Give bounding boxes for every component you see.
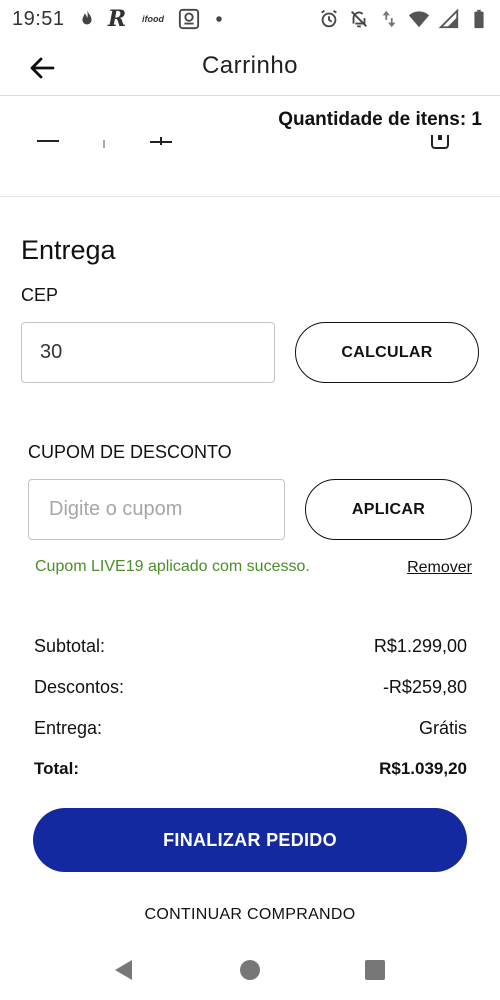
alarm-icon xyxy=(318,8,340,30)
coupon-input[interactable] xyxy=(28,479,285,540)
remove-coupon-link[interactable]: Remover xyxy=(407,559,472,577)
system-icons xyxy=(318,7,490,31)
flame-icon xyxy=(76,8,98,30)
decrease-quantity-button[interactable] xyxy=(37,140,59,142)
battery-icon xyxy=(468,8,490,30)
increase-quantity-button[interactable] xyxy=(150,137,172,151)
trash-icon xyxy=(431,135,449,149)
order-summary: Subtotal: R$1.299,00 Descontos: -R$259,8… xyxy=(34,636,467,800)
discounts-value: -R$259,80 xyxy=(382,677,467,697)
app-box-icon xyxy=(178,8,200,30)
items-count: Quantidade de itens: 1 xyxy=(278,109,482,130)
delivery-section-title: Entrega xyxy=(21,235,116,265)
r-app-icon: R xyxy=(107,6,127,32)
coupon-label: CUPOM DE DESCONTO xyxy=(28,442,232,462)
quantity-field[interactable] xyxy=(103,140,105,148)
nav-home-icon xyxy=(240,960,260,980)
cep-label: CEP xyxy=(21,285,59,305)
delivery-value: Grátis xyxy=(418,718,467,738)
dot-icon xyxy=(208,8,230,30)
wifi-icon xyxy=(408,8,430,30)
app-bar: Carrinho xyxy=(0,38,500,96)
subtotal-label: Subtotal: xyxy=(34,636,106,656)
cart-item-row: Quantidade de itens: 1 xyxy=(0,97,500,197)
cart-screen: 19:51 R ifood Carrinho Quantidade de ite… xyxy=(0,0,500,1000)
cep-input[interactable] xyxy=(21,322,275,383)
nav-back-icon xyxy=(115,960,132,980)
apply-coupon-button[interactable]: APLICAR xyxy=(305,479,472,540)
status-bar: 19:51 R ifood xyxy=(0,0,500,38)
data-arrows-icon xyxy=(378,8,400,30)
total-label: Total: xyxy=(34,759,80,778)
nav-home-button[interactable] xyxy=(236,956,264,984)
status-time: 19:51 xyxy=(12,8,65,30)
bell-off-icon xyxy=(348,8,370,30)
nav-recents-button[interactable] xyxy=(361,956,389,984)
notification-icons: R ifood xyxy=(76,6,230,32)
page-title: Carrinho xyxy=(201,52,299,79)
discounts-row: Descontos: -R$259,80 xyxy=(34,677,467,718)
nav-recents-icon xyxy=(365,960,385,980)
ifood-icon: ifood xyxy=(142,14,164,24)
signal-icon xyxy=(438,8,460,30)
remove-item-button[interactable] xyxy=(429,135,451,151)
system-nav-bar xyxy=(0,942,500,1000)
finish-order-button[interactable]: FINALIZAR PEDIDO xyxy=(33,808,467,872)
total-row: Total: R$1.039,20 xyxy=(34,759,467,800)
nav-back-button[interactable] xyxy=(110,956,138,984)
subtotal-value: R$1.299,00 xyxy=(373,636,467,656)
coupon-success-message: Cupom LIVE19 aplicado com sucesso. xyxy=(35,558,310,575)
subtotal-row: Subtotal: R$1.299,00 xyxy=(34,636,467,677)
discounts-label: Descontos: xyxy=(34,677,125,697)
delivery-label: Entrega: xyxy=(34,718,103,738)
delivery-row: Entrega: Grátis xyxy=(34,718,467,759)
total-value: R$1.039,20 xyxy=(379,759,467,778)
continue-shopping-link[interactable]: CONTINUAR COMPRANDO xyxy=(0,906,500,924)
calculate-shipping-button[interactable]: CALCULAR xyxy=(295,322,479,383)
